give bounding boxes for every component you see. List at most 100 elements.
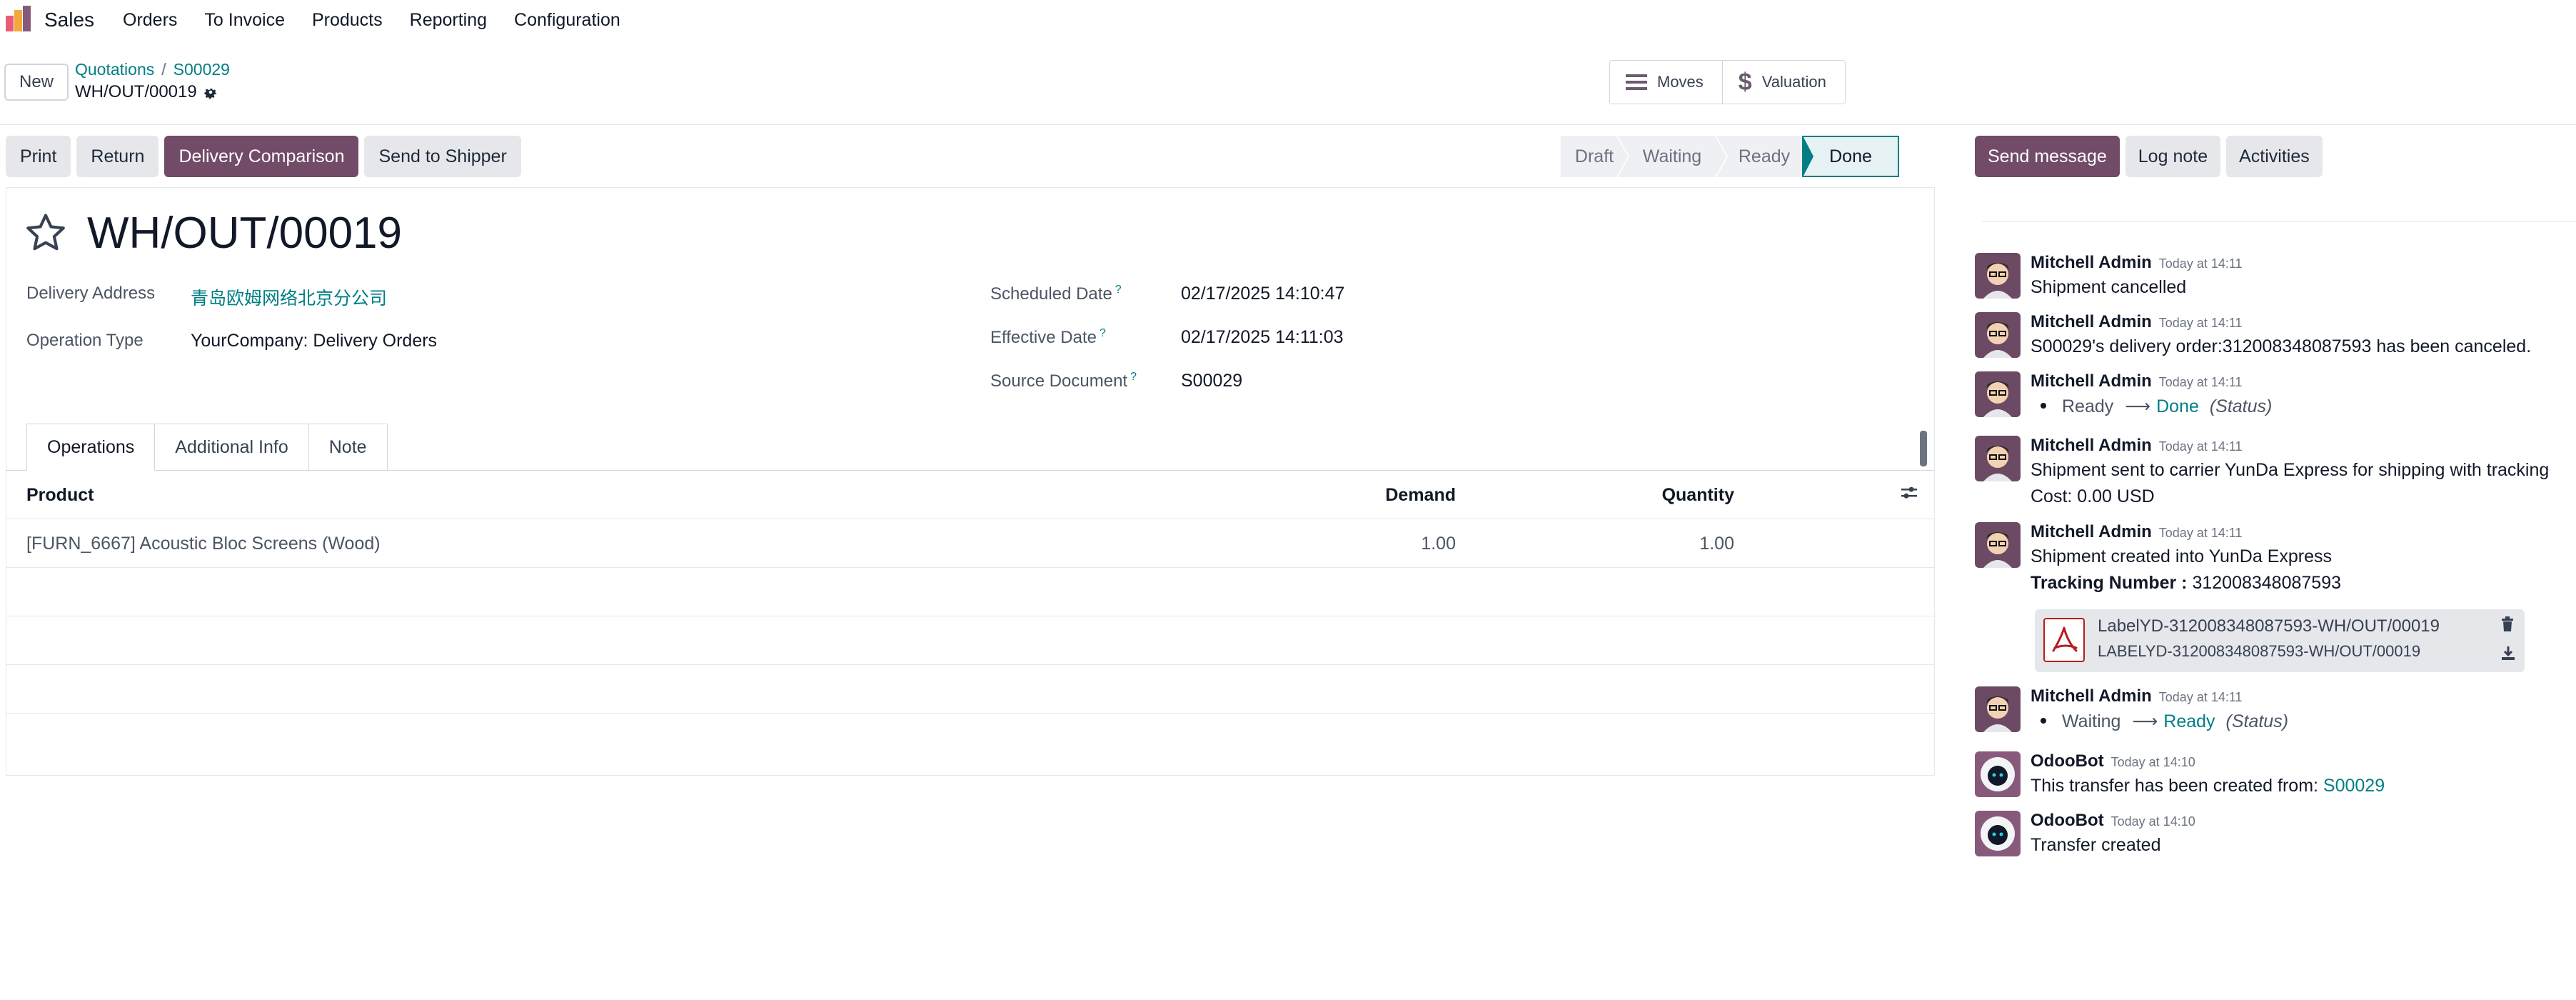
attachment-filename: LABELYD-312008348087593-WH/OUT/00019 bbox=[2098, 642, 2421, 660]
breadcrumb-quotations[interactable]: Quotations bbox=[75, 60, 154, 79]
odoobot-avatar[interactable] bbox=[1975, 811, 2021, 856]
breadcrumb-order[interactable]: S00029 bbox=[173, 60, 230, 79]
status-waiting[interactable]: Waiting bbox=[1618, 136, 1726, 177]
status-ready[interactable]: Ready bbox=[1716, 136, 1812, 177]
message-body: Shipment sent to carrier YunDa Express f… bbox=[2031, 460, 2550, 480]
message-author[interactable]: Mitchell Admin bbox=[2031, 371, 2152, 391]
message-body: Shipment cancelled bbox=[2031, 277, 2187, 297]
avatar[interactable] bbox=[1975, 253, 2021, 299]
empty-row bbox=[6, 616, 1934, 665]
help-icon[interactable]: ? bbox=[1115, 284, 1122, 296]
message-body: Cost: 0.00 USD bbox=[2031, 486, 2155, 506]
help-icon[interactable]: ? bbox=[1100, 327, 1106, 339]
table-row[interactable]: [FURN_6667] Acoustic Bloc Screens (Wood)… bbox=[6, 519, 1934, 568]
message-author[interactable]: Mitchell Admin bbox=[2031, 312, 2152, 331]
help-icon[interactable]: ? bbox=[1130, 371, 1137, 383]
print-button[interactable]: Print bbox=[6, 136, 71, 177]
gear-icon[interactable] bbox=[203, 84, 218, 100]
message-time: Today at 14:11 bbox=[2158, 256, 2243, 271]
row-product: [FURN_6667] Acoustic Bloc Screens (Wood) bbox=[26, 534, 381, 554]
avatar[interactable] bbox=[1975, 312, 2021, 358]
activities-button[interactable]: Activities bbox=[2226, 136, 2323, 177]
avatar[interactable] bbox=[1975, 371, 2021, 417]
status-done[interactable]: Done bbox=[1802, 136, 1899, 177]
message-author[interactable]: Mitchell Admin bbox=[2031, 436, 2152, 455]
message-author[interactable]: Mitchell Admin bbox=[2031, 253, 2152, 272]
breadcrumb-current: WH/OUT/00019 bbox=[75, 82, 218, 102]
header-product[interactable]: Product bbox=[26, 485, 94, 506]
attachment-card[interactable]: LabelYD-312008348087593-WH/OUT/00019 LAB… bbox=[2035, 609, 2525, 672]
message-time: Today at 14:11 bbox=[2158, 439, 2243, 454]
status-bar: Draft Waiting Ready Done bbox=[1561, 136, 1899, 177]
message-author[interactable]: OdooBot bbox=[2031, 751, 2104, 771]
header-demand[interactable]: Demand bbox=[1385, 485, 1456, 506]
menu-products[interactable]: Products bbox=[312, 10, 383, 31]
effective-date-label: Effective Date? bbox=[990, 327, 1106, 347]
delivery-address-value[interactable]: 青岛欧姆网络北京分公司 bbox=[191, 284, 387, 310]
list-icon bbox=[1626, 74, 1647, 90]
message-time: Today at 14:11 bbox=[2158, 375, 2243, 389]
source-document-value[interactable]: S00029 bbox=[1181, 371, 1242, 391]
tracking-value: Ready ⟶ Done (Status) bbox=[2031, 396, 2272, 417]
message-author[interactable]: Mitchell Admin bbox=[2031, 686, 2152, 706]
source-document-label: Source Document? bbox=[990, 371, 1137, 391]
breadcrumb: Quotations / S00029 bbox=[75, 60, 230, 79]
source-link[interactable]: S00029 bbox=[2323, 776, 2385, 796]
avatar[interactable] bbox=[1975, 436, 2021, 481]
tab-operations[interactable]: Operations bbox=[26, 424, 156, 471]
star-icon[interactable] bbox=[24, 211, 68, 255]
column-settings-icon[interactable] bbox=[1900, 484, 1918, 502]
status-done-label: Done bbox=[1829, 146, 1872, 166]
avatar[interactable] bbox=[1975, 686, 2021, 732]
app-name[interactable]: Sales bbox=[44, 9, 94, 31]
table-header: Product Demand Quantity bbox=[6, 471, 1934, 519]
avatar[interactable] bbox=[1975, 522, 2021, 568]
valuation-button[interactable]: $ Valuation bbox=[1721, 61, 1845, 104]
header-quantity[interactable]: Quantity bbox=[1662, 485, 1734, 506]
moves-button[interactable]: Moves bbox=[1610, 61, 1722, 104]
new-button[interactable]: New bbox=[4, 64, 69, 101]
send-message-button[interactable]: Send message bbox=[1975, 136, 2120, 177]
effective-date-value[interactable]: 02/17/2025 14:11:03 bbox=[1181, 327, 1344, 348]
menu-configuration[interactable]: Configuration bbox=[514, 10, 620, 31]
row-demand: 1.00 bbox=[1421, 534, 1456, 554]
tab-additional-info[interactable]: Additional Info bbox=[155, 424, 309, 471]
form-actions: Print Return Delivery Comparison Send to… bbox=[6, 136, 521, 177]
delivery-comparison-button[interactable]: Delivery Comparison bbox=[164, 136, 359, 177]
message-time: Today at 14:11 bbox=[2158, 316, 2243, 330]
tab-note[interactable]: Note bbox=[308, 424, 388, 471]
tracking-number-line: Tracking Number : 312008348087593 bbox=[2031, 573, 2342, 593]
message-time: Today at 14:11 bbox=[2158, 526, 2243, 540]
odoobot-avatar[interactable] bbox=[1975, 751, 2021, 797]
main-menu: Orders To Invoice Products Reporting Con… bbox=[123, 10, 648, 31]
menu-orders[interactable]: Orders bbox=[123, 10, 177, 31]
log-note-button[interactable]: Log note bbox=[2125, 136, 2221, 177]
tracking-value: Waiting ⟶ Ready (Status) bbox=[2031, 711, 2288, 732]
message-body: Transfer created bbox=[2031, 835, 2161, 855]
menu-to-invoice[interactable]: To Invoice bbox=[204, 10, 285, 31]
return-button[interactable]: Return bbox=[76, 136, 159, 177]
message-time: Today at 14:10 bbox=[2110, 755, 2195, 769]
pdf-icon bbox=[2043, 618, 2085, 662]
moves-label: Moves bbox=[1657, 73, 1704, 91]
trash-icon[interactable] bbox=[2500, 616, 2515, 632]
scheduled-date-value[interactable]: 02/17/2025 14:10:47 bbox=[1181, 284, 1344, 304]
message-body: S00029's delivery order:312008348087593 … bbox=[2031, 336, 2532, 356]
menu-reporting[interactable]: Reporting bbox=[410, 10, 487, 31]
chatter-actions: Send message Log note Activities bbox=[1975, 136, 2323, 177]
message-author[interactable]: OdooBot bbox=[2031, 811, 2104, 830]
download-icon[interactable] bbox=[2500, 645, 2516, 661]
message-author[interactable]: Mitchell Admin bbox=[2031, 522, 2152, 541]
chatter-divider bbox=[1982, 221, 2576, 222]
sales-app-icon[interactable] bbox=[4, 4, 33, 33]
breadcrumb-separator: / bbox=[161, 60, 166, 79]
top-navbar: Sales Orders To Invoice Products Reporti… bbox=[0, 0, 2576, 42]
empty-row bbox=[6, 665, 1934, 714]
attachment-name: LabelYD-312008348087593-WH/OUT/00019 bbox=[2098, 616, 2440, 636]
scrollbar-thumb[interactable] bbox=[1920, 431, 1927, 466]
operations-table: Product Demand Quantity [FURN_6667] Acou… bbox=[6, 471, 1934, 714]
operation-type-value[interactable]: YourCompany: Delivery Orders bbox=[191, 331, 437, 351]
status-draft[interactable]: Draft bbox=[1561, 136, 1628, 177]
message-body: This transfer has been created from: S00… bbox=[2031, 776, 2385, 796]
send-to-shipper-button[interactable]: Send to Shipper bbox=[364, 136, 521, 177]
